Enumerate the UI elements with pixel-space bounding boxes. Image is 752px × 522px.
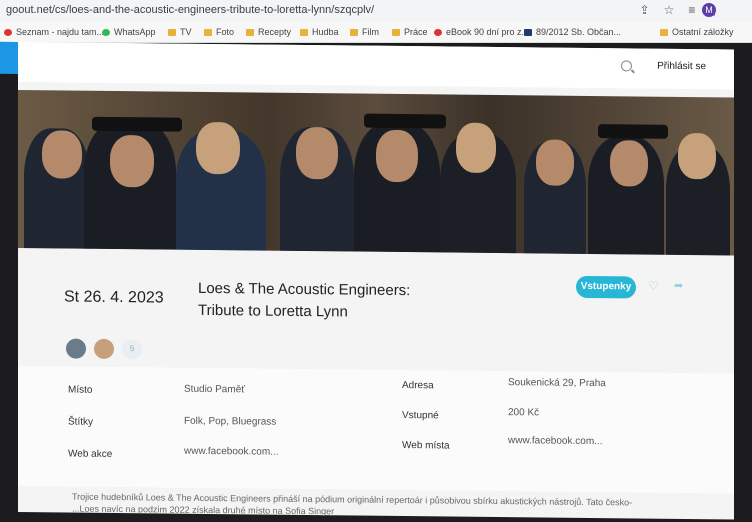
value-stitky[interactable]: Folk, Pop, Bluegrass — [184, 416, 276, 428]
folder-icon — [660, 29, 668, 36]
value-adresa[interactable]: Soukenická 29, Praha — [508, 377, 606, 389]
event-title-line-1: Loes & The Acoustic Engineers: — [198, 279, 411, 300]
label-stitky: Štítky — [68, 416, 94, 428]
bookmark-other[interactable]: Ostatní záložky — [660, 27, 734, 37]
seznam-icon — [4, 29, 12, 36]
folder-icon — [392, 29, 400, 36]
folder-icon — [300, 29, 308, 36]
event-title-line-2: Tribute to Loretta Lynn — [198, 301, 348, 321]
star-icon[interactable]: ☆ — [664, 3, 675, 17]
bookmark-zakon[interactable]: 89/2012 Sb. Občan... — [524, 27, 621, 37]
value-web-akce[interactable]: www.facebook.com... — [184, 446, 278, 458]
bookmarks-bar: Seznam - najdu tam... WhatsApp TV Foto R… — [0, 22, 752, 43]
event-details: Místo Studio Paměť Štítky Folk, Pop, Blu… — [18, 366, 734, 494]
musician-face — [196, 121, 240, 175]
event-description: Trojice hudebníků Loes & The Acoustic En… — [72, 491, 692, 521]
screen: goout.net/cs/loes-and-the-acoustic-engin… — [0, 0, 752, 520]
login-link[interactable]: Přihlásit se — [657, 61, 706, 73]
musician-face — [42, 130, 82, 179]
event-header: St 26. 4. 2023 Loes & The Acoustic Engin… — [18, 254, 734, 320]
heart-icon[interactable]: ♡ — [648, 279, 659, 293]
bookmark-tv[interactable]: TV — [168, 27, 192, 37]
bookmark-prace[interactable]: Práce — [392, 27, 428, 37]
brand-strip — [0, 41, 18, 74]
event-title: Loes & The Acoustic Engineers: Tribute t… — [198, 278, 498, 325]
musician-face — [678, 132, 716, 180]
search-icon[interactable] — [621, 60, 632, 72]
photo-panel-3 — [518, 95, 734, 256]
avatar[interactable] — [94, 338, 114, 360]
musician-face — [536, 139, 574, 186]
bookmark-whatsapp[interactable]: WhatsApp — [102, 27, 156, 37]
value-misto[interactable]: Studio Paměť — [184, 384, 245, 396]
bookmark-seznam[interactable]: Seznam - najdu tam... — [4, 27, 104, 37]
whatsapp-icon — [102, 29, 110, 36]
photo-panel-2 — [272, 93, 518, 254]
url-text[interactable]: goout.net/cs/loes-and-the-acoustic-engin… — [6, 4, 374, 16]
value-web-mista[interactable]: www.facebook.com... — [508, 435, 602, 447]
profile-avatar[interactable]: M — [702, 3, 716, 17]
folder-icon — [246, 29, 254, 36]
event-date: St 26. 4. 2023 — [64, 288, 164, 307]
musician-face — [376, 129, 418, 183]
label-web-mista: Web místa — [402, 440, 450, 452]
value-vstupne: 200 Kč — [508, 407, 540, 419]
avatar[interactable] — [66, 338, 86, 359]
musician-face — [610, 140, 648, 187]
tickets-button[interactable]: Vstupenky — [576, 275, 636, 299]
bookmark-hudba[interactable]: Hudba — [300, 27, 339, 37]
folder-icon — [204, 29, 212, 36]
hat-shape — [598, 124, 668, 139]
folder-icon — [168, 29, 176, 36]
event-photo-banner — [18, 90, 734, 256]
label-web-akce: Web akce — [68, 448, 113, 460]
bookmark-ebook[interactable]: eBook 90 dní pro z... — [434, 27, 529, 37]
label-vstupne: Vstupné — [402, 410, 439, 422]
musician-face — [296, 126, 338, 180]
bookmark-recepty[interactable]: Recepty — [246, 27, 291, 37]
page-content: Přihlásit se St 26. 4. 2023 Loes & The A… — [0, 41, 734, 521]
more-attendees-count[interactable]: 5 — [122, 339, 142, 360]
hat-shape — [92, 116, 182, 132]
folder-icon — [350, 29, 358, 36]
label-misto: Místo — [68, 384, 93, 396]
document-icon — [524, 29, 532, 36]
photo-panel-1 — [18, 90, 272, 251]
label-adresa: Adresa — [402, 380, 434, 392]
musician-face — [110, 134, 154, 188]
share-icon[interactable]: ➦ — [674, 279, 683, 292]
site-header: Přihlásit se — [18, 42, 734, 90]
list-icon[interactable]: ≡ — [688, 3, 695, 17]
ebook-icon — [434, 29, 442, 36]
hat-shape — [364, 113, 446, 129]
attendee-avatars[interactable]: 5 — [66, 338, 142, 360]
share-page-icon[interactable]: ⇪ — [640, 3, 650, 17]
address-bar[interactable]: goout.net/cs/loes-and-the-acoustic-engin… — [0, 0, 752, 22]
bookmark-foto[interactable]: Foto — [204, 27, 234, 37]
bookmark-film[interactable]: Film — [350, 27, 379, 37]
musician-face — [456, 122, 496, 174]
